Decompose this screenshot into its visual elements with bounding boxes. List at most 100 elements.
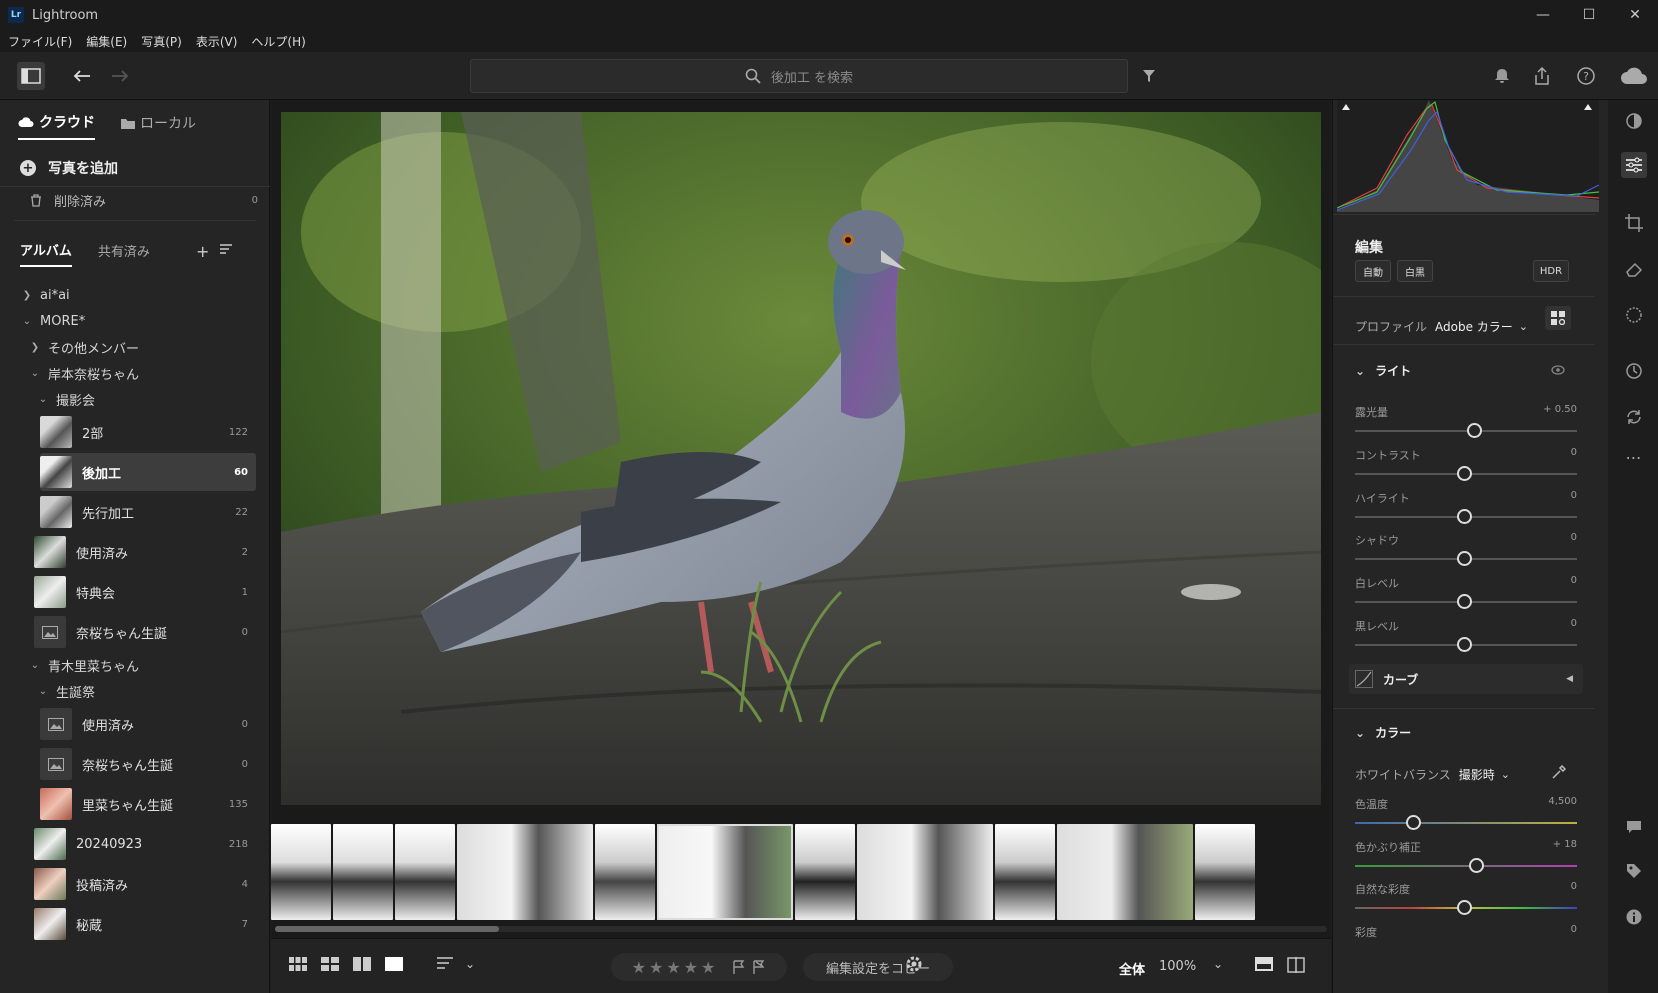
- album-item[interactable]: 奈桜ちゃん生誕 0: [40, 745, 256, 783]
- panel-toggle-icon[interactable]: [17, 62, 45, 90]
- presets-icon[interactable]: [1621, 108, 1647, 134]
- album-item[interactable]: 秘蔵 7: [34, 905, 256, 943]
- notification-bell-icon[interactable]: [1488, 62, 1516, 90]
- zoom-fit-label[interactable]: 全体: [1119, 959, 1145, 978]
- album-item[interactable]: 里菜ちゃん生誕 135: [40, 785, 256, 823]
- tab-shared[interactable]: 共有済み: [98, 241, 150, 266]
- slider-knob[interactable]: [1457, 509, 1472, 524]
- album-item[interactable]: 投稿済み 4: [34, 865, 256, 903]
- filmstrip-thumbnail[interactable]: [1057, 824, 1193, 920]
- album-item[interactable]: 先行加工 22: [40, 493, 256, 531]
- color-section-header[interactable]: ⌄ カラー: [1355, 724, 1411, 741]
- chevron-down-icon[interactable]: ⌄: [1213, 957, 1223, 971]
- flag-pick-icon[interactable]: [732, 960, 746, 974]
- white-balance-selector[interactable]: ホワイトバランス 撮影時 ⌄: [1355, 766, 1510, 783]
- sort-icon[interactable]: [220, 244, 234, 259]
- whites-slider[interactable]: 白レベル 0: [1355, 575, 1577, 617]
- profile-browser-icon[interactable]: [1545, 306, 1571, 330]
- back-arrow-icon[interactable]: [68, 62, 96, 90]
- album-item[interactable]: 奈桜ちゃん生誕 0: [34, 613, 256, 651]
- slider-knob[interactable]: [1457, 551, 1472, 566]
- blacks-slider[interactable]: 黒レベル 0: [1355, 618, 1577, 660]
- slider-knob[interactable]: [1457, 466, 1472, 481]
- black-white-button[interactable]: 白黒: [1397, 260, 1433, 282]
- cloud-sync-icon[interactable]: [1616, 62, 1652, 90]
- sort-icon[interactable]: [437, 957, 455, 972]
- slider-knob[interactable]: [1406, 815, 1421, 830]
- filmstrip-thumbnail[interactable]: [795, 824, 855, 920]
- forward-arrow-icon[interactable]: [106, 62, 134, 90]
- slider-knob[interactable]: [1457, 900, 1472, 915]
- slider-track[interactable]: [1355, 822, 1577, 824]
- eye-icon[interactable]: [1551, 364, 1565, 378]
- filmstrip-thumbnail[interactable]: [995, 824, 1055, 920]
- filmstrip-thumbnail[interactable]: [857, 824, 993, 920]
- more-icon[interactable]: ⋯: [1621, 444, 1647, 470]
- curve-section-header[interactable]: カーブ ◀: [1349, 664, 1583, 694]
- filmstrip-thumbnail[interactable]: [271, 824, 331, 920]
- folder-kishimoto[interactable]: ⌄ 岸本奈桜ちゃん: [28, 360, 139, 386]
- light-section-header[interactable]: ⌄ ライト: [1355, 362, 1411, 379]
- folder-more[interactable]: ⌄ MORE*: [20, 308, 85, 334]
- album-item[interactable]: 20240923 218: [34, 825, 256, 863]
- folder-aoki[interactable]: ⌄ 青木里菜ちゃん: [28, 652, 139, 678]
- filmstrip-thumbnail[interactable]: [1195, 824, 1255, 920]
- copy-edit-settings-button[interactable]: 編集設定をコピー: [803, 953, 953, 981]
- album-item[interactable]: 2部 122: [40, 413, 256, 451]
- share-icon[interactable]: [1528, 62, 1556, 90]
- album-item[interactable]: 使用済み 0: [40, 705, 256, 743]
- profile-selector[interactable]: プロファイル Adobe カラー ⌄: [1355, 318, 1528, 335]
- photo-grid-icon[interactable]: [321, 957, 339, 974]
- maximize-button[interactable]: ☐: [1566, 0, 1612, 30]
- filter-icon[interactable]: [1135, 62, 1163, 90]
- album-item[interactable]: 特典会 1: [34, 573, 256, 611]
- minimize-button[interactable]: —: [1520, 0, 1566, 30]
- slider-knob[interactable]: [1469, 858, 1484, 873]
- before-after-icon[interactable]: [1287, 957, 1305, 976]
- filmstrip-scroll-thumb[interactable]: [275, 926, 499, 932]
- menu-help[interactable]: ヘルプ(H): [251, 33, 305, 50]
- eyedropper-icon[interactable]: [1551, 764, 1567, 783]
- menu-photo[interactable]: 写真(P): [141, 33, 182, 50]
- filmstrip-thumbnail[interactable]: [457, 824, 593, 920]
- album-item-selected[interactable]: 後加工 60: [40, 453, 256, 491]
- slider-track[interactable]: [1355, 865, 1577, 867]
- crop-icon[interactable]: [1621, 210, 1647, 236]
- history-icon[interactable]: [1621, 358, 1647, 384]
- highlights-slider[interactable]: ハイライト 0: [1355, 490, 1577, 532]
- zoom-level[interactable]: 100%: [1159, 959, 1196, 974]
- detail-view-icon[interactable]: [385, 957, 403, 974]
- info-icon[interactable]: [1621, 904, 1647, 930]
- album-item[interactable]: 使用済み 2: [34, 533, 256, 571]
- hdr-button[interactable]: HDR: [1533, 260, 1569, 282]
- auto-button[interactable]: 自動: [1355, 260, 1391, 282]
- slider-knob[interactable]: [1467, 423, 1482, 438]
- help-icon[interactable]: ?: [1572, 62, 1600, 90]
- folder-others[interactable]: ❯ その他メンバー: [28, 334, 139, 360]
- filmstrip-thumbnail[interactable]: [595, 824, 655, 920]
- folder-aiai[interactable]: ❯ ai*ai: [20, 282, 70, 308]
- shadows-slider[interactable]: シャドウ 0: [1355, 532, 1577, 574]
- healing-eraser-icon[interactable]: [1621, 256, 1647, 282]
- square-grid-icon[interactable]: [289, 957, 307, 974]
- close-button[interactable]: ✕: [1612, 0, 1658, 30]
- temperature-slider[interactable]: 色温度 4,500: [1355, 796, 1577, 838]
- add-album-icon[interactable]: +: [196, 242, 209, 261]
- masking-icon[interactable]: [1621, 302, 1647, 328]
- compare-view-icon[interactable]: [353, 957, 371, 974]
- flag-reject-icon[interactable]: [752, 960, 766, 974]
- menu-edit[interactable]: 編集(E): [86, 33, 127, 50]
- filmstrip-toggle-icon[interactable]: [1255, 957, 1273, 974]
- contrast-slider[interactable]: コントラスト 0: [1355, 447, 1577, 489]
- versions-icon[interactable]: [1621, 404, 1647, 430]
- exposure-slider[interactable]: 露光量 + 0.50: [1355, 404, 1577, 446]
- menu-file[interactable]: ファイル(F): [8, 33, 72, 50]
- gear-icon[interactable]: [905, 955, 923, 976]
- tab-albums[interactable]: アルバム: [20, 240, 72, 267]
- menu-view[interactable]: 表示(V): [196, 33, 238, 50]
- star-rating[interactable]: ★★★★★: [611, 953, 787, 981]
- slider-knob[interactable]: [1457, 637, 1472, 652]
- slider-knob[interactable]: [1457, 594, 1472, 609]
- tag-icon[interactable]: [1621, 858, 1647, 884]
- edit-sliders-icon[interactable]: [1621, 152, 1647, 178]
